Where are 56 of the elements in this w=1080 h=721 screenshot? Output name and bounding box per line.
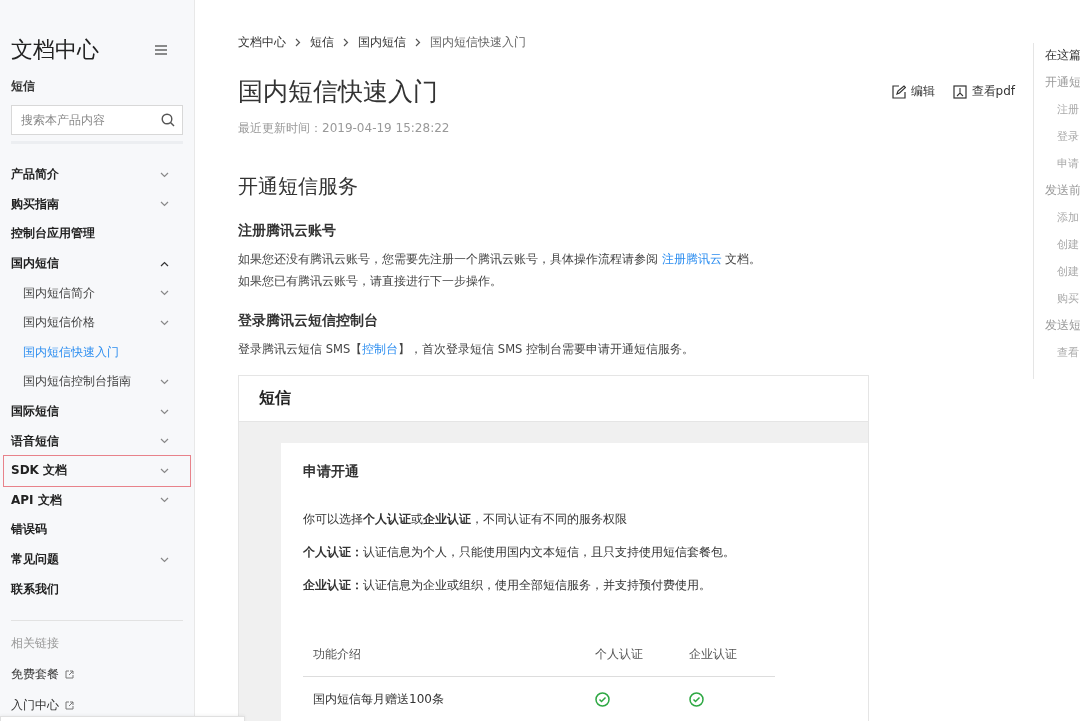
menu-icon[interactable] (155, 45, 167, 55)
document-icon (952, 84, 967, 99)
paragraph: 如果您已有腾讯云账号，请直接进行下一步操作。 (238, 273, 503, 290)
breadcrumb-link[interactable]: 文档中心 (238, 34, 286, 51)
breadcrumb-link[interactable]: 国内短信快速入门 (430, 34, 526, 51)
related-links-heading: 相关链接 (11, 634, 60, 652)
site-title: 文档中心 (11, 36, 99, 64)
action-link[interactable]: 编辑 (891, 83, 935, 100)
paragraph: 个人认证：认证信息为个人，只能使用国内文本短信，且只支持使用短信套餐包。 (303, 544, 736, 561)
nav-item[interactable]: 国际短信 (11, 396, 183, 427)
nav-item[interactable]: 语音短信 (11, 426, 183, 456)
text-link[interactable]: 注册腾讯云 (661, 252, 722, 266)
paragraph: 企业认证：认证信息为企业或组织，使用全部短信服务，并支持预付费使用。 (303, 577, 712, 594)
external-link-icon (65, 669, 74, 679)
paragraph: 如果您还没有腾讯云账号，您需要先注册一个腾讯云账号，具体操作流程请参阅 注册腾讯云 文档。 (238, 251, 763, 268)
panel-title: 申请开通 (303, 463, 360, 481)
nav-item[interactable]: SDK 文档 (4, 455, 190, 486)
breadcrumb-link[interactable]: 短信 (310, 34, 334, 51)
related-link[interactable]: 入门中心 (11, 696, 183, 714)
table-cell-text: 国内短信每月赠送100条 (313, 690, 445, 708)
text-link[interactable]: 控制台 (362, 342, 399, 356)
nav-item[interactable]: 国内短信简介 (11, 278, 183, 308)
nav-item[interactable]: 错误码 (11, 515, 183, 545)
paragraph: 登录腾讯云短信 SMS【控制台】，首次登录短信 SMS 控制台需要申请开通短信服务。 (238, 341, 696, 358)
chevron-icon (295, 38, 301, 47)
toc-title: 在这篇 (1045, 48, 1080, 63)
column-header: 企业认证 (689, 645, 738, 663)
edit-icon (891, 84, 906, 99)
page-title: 国内短信快速入门 (238, 76, 438, 108)
subsection-title: 注册腾讯云账号 (238, 222, 337, 240)
nav-item[interactable]: 国内短信 (11, 248, 183, 279)
chevron-icon (415, 38, 421, 47)
search-field[interactable]: 搜索本产品内容 (11, 105, 183, 135)
chevron-icon[interactable] (160, 260, 169, 267)
product-name: 短信 (11, 78, 36, 95)
nav-item[interactable]: 产品简介 (11, 160, 183, 190)
subsection-title: 登录腾讯云短信控制台 (238, 312, 379, 330)
nav-item[interactable]: 国内短信价格 (11, 307, 183, 338)
chevron-icon (343, 38, 349, 47)
external-link-icon (65, 700, 74, 710)
column-header: 个人认证 (595, 645, 644, 663)
nav-item[interactable]: 控制台应用管理 (11, 219, 183, 249)
screenshot-title: 短信 (259, 388, 291, 409)
column-header: 功能介绍 (313, 645, 362, 663)
related-link[interactable]: 免费套餐 (11, 665, 183, 683)
nav-item[interactable]: 常见问题 (11, 544, 183, 575)
section-title: 开通短信服务 (238, 173, 359, 200)
nav-item[interactable]: 国内短信控制台指南 (11, 367, 183, 397)
action-link[interactable]: 查看pdf (952, 83, 1015, 100)
nav-item[interactable]: API 文档 (11, 485, 183, 516)
paragraph: 你可以选择个人认证或企业认证，不同认证有不同的服务权限 (303, 511, 628, 528)
nav-item[interactable]: 购买指南 (11, 189, 183, 220)
search-icon[interactable] (161, 113, 175, 127)
update-time: 最近更新时间：2019-04-19 15:28:22 (238, 120, 451, 137)
nav-item[interactable]: 联系我们 (11, 574, 183, 604)
breadcrumb-link[interactable]: 国内短信 (358, 34, 406, 51)
